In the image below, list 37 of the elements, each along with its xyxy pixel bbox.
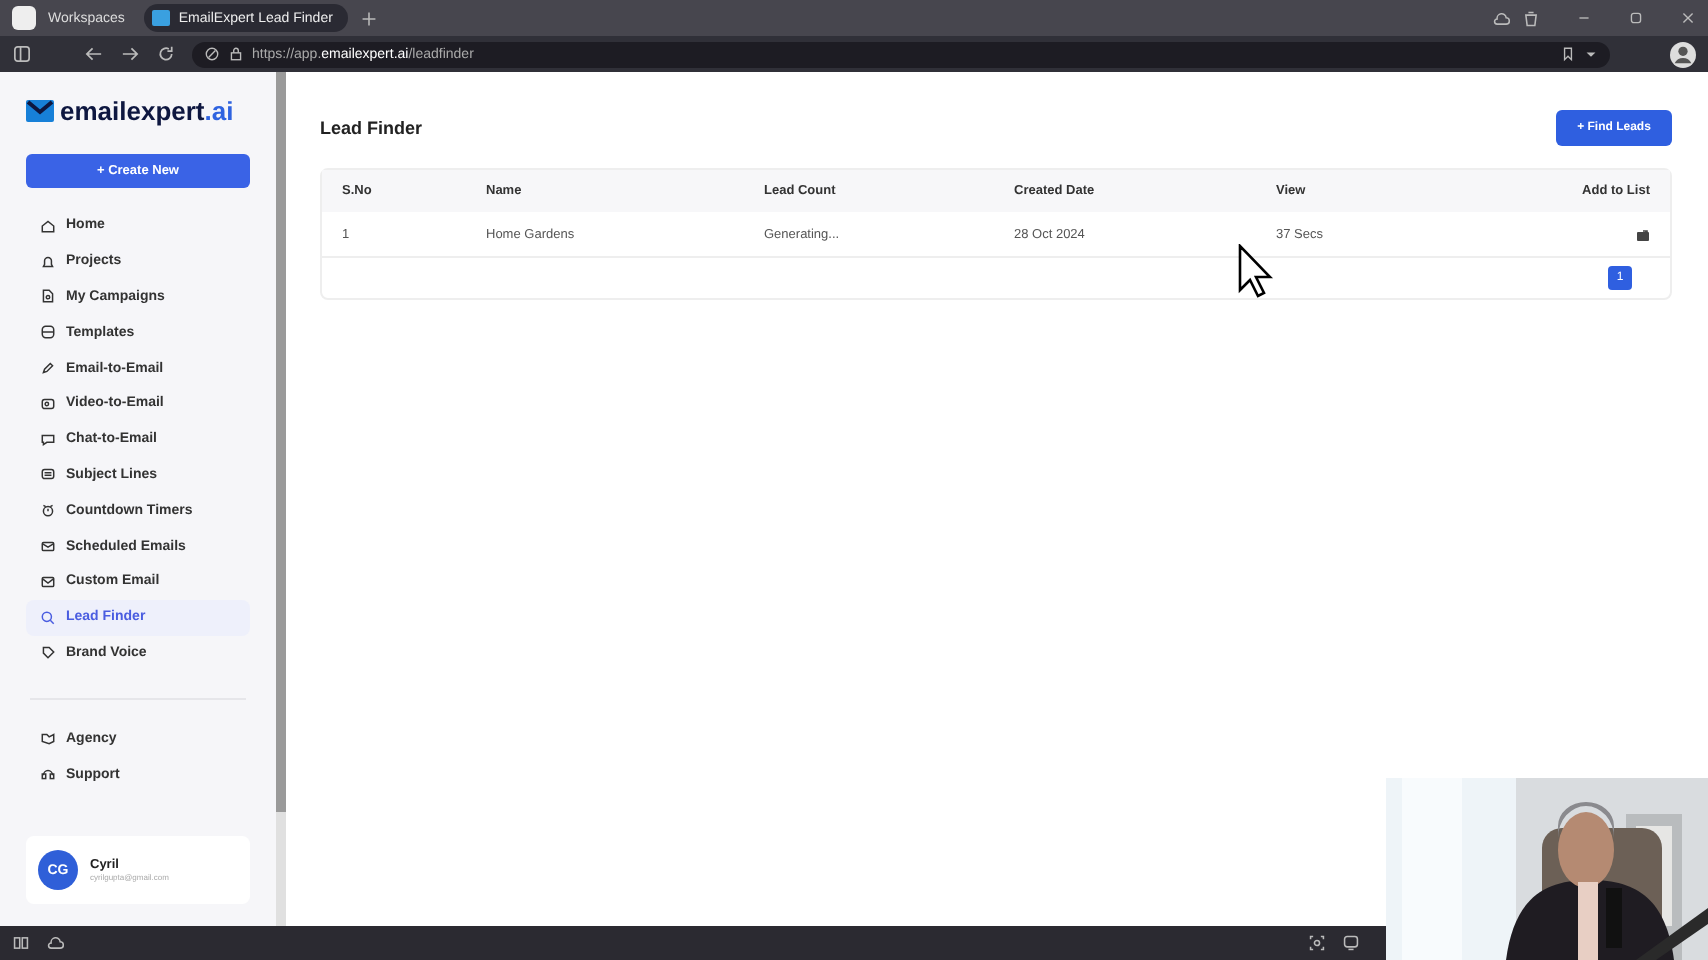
lock-icon[interactable]	[228, 46, 244, 62]
cloud-icon[interactable]	[46, 934, 64, 952]
monitor-icon[interactable]	[1342, 934, 1360, 952]
list-icon	[40, 466, 56, 483]
close-icon[interactable]	[1680, 10, 1696, 26]
cloud-icon[interactable]	[1492, 9, 1510, 27]
envelope-logo-icon	[26, 100, 54, 122]
scrollbar-thumb[interactable]	[276, 72, 286, 812]
video-icon	[40, 395, 56, 412]
timer-icon	[40, 502, 56, 519]
panel-icon[interactable]	[12, 934, 30, 952]
back-icon[interactable]	[84, 44, 104, 64]
plus-icon[interactable]	[360, 9, 379, 27]
chat-icon	[40, 431, 56, 448]
trash-icon[interactable]	[1522, 9, 1540, 27]
search-icon	[40, 609, 56, 626]
pen-icon	[40, 360, 56, 377]
capture-icon[interactable]	[1308, 934, 1326, 952]
headset-icon	[40, 766, 56, 783]
forward-icon[interactable]	[120, 44, 140, 64]
bookmark-icon[interactable]	[1560, 46, 1576, 62]
sidebar-toggle-icon[interactable]	[12, 44, 32, 64]
tag-icon	[40, 644, 56, 661]
restore-icon[interactable]	[1628, 10, 1644, 26]
logo-text: emailexpert.ai	[60, 96, 234, 126]
reload-icon[interactable]	[156, 44, 176, 64]
page-title: Lead Finder	[320, 118, 423, 138]
mail-icon	[40, 573, 56, 590]
document-icon	[40, 288, 56, 305]
home-icon	[40, 217, 56, 234]
template-icon	[40, 324, 56, 341]
caret-icon[interactable]	[1584, 47, 1598, 61]
shield-icon[interactable]	[204, 46, 220, 62]
mouse-cursor-icon	[1238, 244, 1274, 298]
bell-icon	[40, 253, 56, 270]
profile-avatar-icon[interactable]	[1670, 41, 1696, 67]
mail-clock-icon	[40, 538, 56, 555]
